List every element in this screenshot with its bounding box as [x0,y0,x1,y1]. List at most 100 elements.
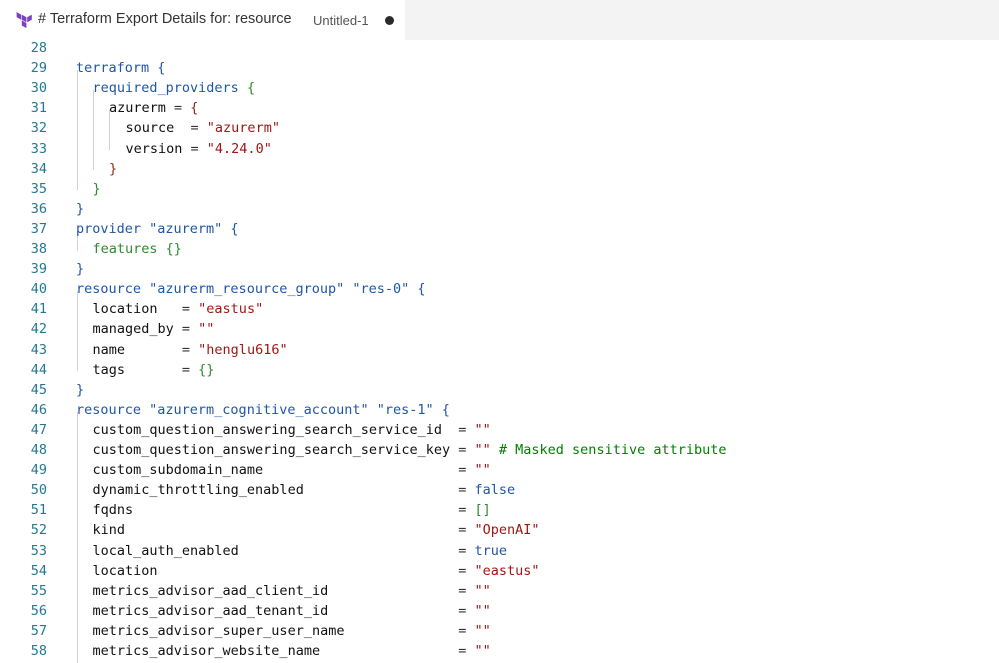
line-number: 40 [30,281,47,298]
editor-tab-bar: # Terraform Export Details for: resource… [0,0,999,40]
code-text: } [76,259,84,279]
code-editor[interactable]: 28 29 terraform { 30 required_providers {31 a… [0,40,999,663]
code-text: source = "azurerm" [126,118,280,138]
code-text: metrics_advisor_website_name = "" [93,641,491,661]
code-token: custom_question_answering_search_service… [92,442,459,458]
code-line[interactable]: 49 custom_subdomain_name = "" [0,460,999,480]
code-line[interactable]: 40 resource "azurerm_resource_group" "res… [0,279,999,299]
line-number: 31 [30,100,47,117]
code-token: "" [474,462,491,479]
code-token: } [109,160,118,177]
code-token: false [474,482,516,499]
code-token: provider [76,220,150,237]
code-line[interactable]: 34} [0,159,999,179]
code-token: "azurerm_resource_group" "res-0" { [149,281,426,298]
code-token: tags [92,361,182,378]
code-token: metrics_advisor_super_user_name [92,622,459,639]
code-line[interactable]: 45} [0,380,999,400]
code-token: {} [198,361,215,378]
code-text: } [109,159,117,179]
code-line[interactable]: 52 kind = "OpenAI" [0,520,999,540]
code-text: tags = {} [93,360,215,380]
code-line[interactable]: 38 features {} [0,239,999,259]
code-line[interactable]: 31 azurerm = { [0,98,999,118]
line-number: 58 [30,643,47,659]
line-number: 33 [30,140,47,157]
editor-tab-active[interactable]: # Terraform Export Details for: resource… [0,0,405,40]
code-token: { [190,100,199,117]
tab-title: # Terraform Export Details for: resource [38,11,292,27]
code-line[interactable]: 57 metrics_advisor_super_user_name = "" [0,621,999,641]
code-line[interactable]: 50 dynamic_throttling_enabled = false [0,480,999,500]
code-line[interactable]: 47 custom_question_answering_search_servi… [0,420,999,440]
code-text: metrics_advisor_aad_tenant_id = "" [93,601,491,621]
code-line[interactable]: 55 metrics_advisor_aad_client_id = "" [0,581,999,601]
code-token: "" [474,622,491,639]
line-number: 48 [30,442,47,458]
code-token: = [190,120,207,137]
code-token: = [181,301,199,318]
code-line[interactable]: 33 version = "4.24.0" [0,139,999,159]
line-number: 35 [30,180,47,197]
code-text: kind = "OpenAI" [93,520,540,540]
code-token: resource [76,281,150,298]
code-line[interactable]: 35} [0,179,999,199]
code-text: } [93,179,101,199]
code-text: provider "azurerm" { [76,219,239,239]
code-text: location = "eastus" [93,299,264,319]
code-line[interactable]: 28 [0,40,999,58]
code-line[interactable]: 43 name = "henglu616" [0,340,999,360]
code-line[interactable]: 44 tags = {} [0,360,999,380]
code-line[interactable]: 32 source = "azurerm" [0,118,999,138]
code-token: = [458,502,475,519]
code-token: features {} [92,241,182,257]
unsaved-dot-icon[interactable] [385,16,394,25]
line-number: 32 [30,120,47,137]
code-token: # Masked sensitive attribute [498,442,727,458]
code-line[interactable]: 56 metrics_advisor_aad_tenant_id = "" [0,601,999,621]
code-token: azurerm [109,100,175,117]
code-text: name = "henglu616" [93,340,288,360]
code-text: resource "azurerm_resource_group" "res-0… [76,279,426,299]
code-line[interactable]: 48 custom_question_answering_search_servi… [0,440,999,460]
code-line[interactable]: 41 location = "eastus" [0,299,999,319]
code-line[interactable]: 51 fqdns = [] [0,500,999,520]
line-number: 45 [30,381,47,398]
line-number: 38 [30,241,47,257]
code-text: fqdns = [] [93,500,491,520]
code-token: { [157,60,166,77]
code-text: resource "azurerm_cognitive_account" "re… [76,400,450,420]
code-token: { [246,80,256,97]
code-token: = [458,622,475,639]
code-token: metrics_advisor_website_name [92,643,459,659]
code-line[interactable]: 46 resource "azurerm_cognitive_account" "… [0,400,999,420]
code-token: "azurerm_cognitive_account" "res-1" { [149,401,450,418]
code-line[interactable]: 29 terraform { [0,58,999,78]
code-token: = [181,321,199,338]
code-line[interactable]: 58 metrics_advisor_website_name = "" [0,641,999,661]
code-token: = [458,582,475,599]
code-token: = [190,140,207,157]
code-line[interactable]: 53 local_auth_enabled = true [0,541,999,561]
code-text: metrics_advisor_aad_client_id = "" [93,581,491,601]
code-line[interactable]: 30 required_providers { [0,78,999,98]
code-token: } [92,180,101,197]
code-line[interactable]: 39} [0,259,999,279]
line-number: 51 [30,502,47,519]
code-token: "4.24.0" [206,140,272,157]
code-line[interactable]: 37 provider "azurerm" { [0,219,999,239]
code-line[interactable]: 42 managed_by = "" [0,319,999,339]
code-token: resource [76,401,150,418]
code-line[interactable]: 54 location = "eastus" [0,561,999,581]
line-number: 55 [30,582,47,599]
code-token: location [92,301,182,318]
line-number: 30 [30,80,47,97]
line-number: 42 [30,321,47,338]
code-text: version = "4.24.0" [126,139,272,159]
code-line[interactable]: 36} [0,199,999,219]
code-token: required_providers [92,80,247,97]
code-text: location = "eastus" [93,561,540,581]
code-text: custom_subdomain_name = "" [93,460,491,480]
code-token: "azurerm" { [149,220,239,237]
code-token: dynamic_throttling_enabled [92,482,459,499]
